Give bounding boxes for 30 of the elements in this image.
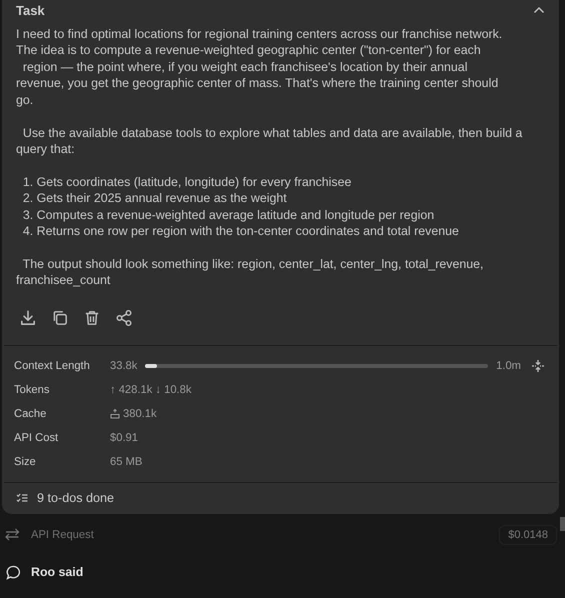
request-label: API Request	[31, 528, 95, 541]
copy-button[interactable]	[51, 308, 69, 327]
speech-bubble-icon	[6, 564, 21, 580]
task-paragraph: I need to find optimal locations for regional training centers across our franchise network. The idea is to compute a revenue-weighted geographic center ("ton-center") for each region — the point where, if you weight each franchisee's location by their annual revenue, you get the geographic center of mass. That's where the training center should go.	[16, 26, 504, 108]
task-paragraph: 1. Gets coordinates (latitude, longitude) for every franchisee 2. Gets their 2025 annual revenue as the weight 3. Computes a revenue-weighted average latitude and longitude per region 4. Returns one row per region with the ton-center coordinates and total revenue	[22, 174, 460, 240]
message-author: Roo said	[31, 565, 84, 580]
stat-value: 33.8k	[110, 360, 138, 372]
condense-icon[interactable]	[531, 358, 545, 373]
request-cost: $0.0148	[499, 524, 557, 545]
task-title: Task	[16, 2, 45, 18]
share-button[interactable]	[115, 308, 133, 327]
stat-value: ↑ 428.1k ↓ 10.8k	[110, 384, 192, 396]
stat-label: Cache	[14, 408, 48, 420]
delete-button[interactable]	[83, 308, 101, 327]
task-paragraph: The output should look something like: region, center_lat, center_lng, total_revenue, franchisee_count	[16, 256, 484, 289]
task-paragraph: Use the available database tools to explore what tables and data are available, then build a query that:	[16, 124, 524, 158]
stat-label: API Cost	[14, 432, 60, 444]
stat-label: Size	[14, 456, 37, 468]
download-button[interactable]	[19, 308, 37, 327]
transfer-icon	[5, 528, 20, 542]
stat-label: Context Length	[14, 360, 91, 372]
checklist-icon	[16, 492, 28, 504]
stat-label: Tokens	[14, 384, 50, 396]
scrollbar-thumb[interactable]	[560, 516, 565, 531]
collapse-chevron-icon[interactable]	[533, 6, 545, 14]
stat-value: 380.1k	[123, 408, 157, 420]
stat-value: $0.91	[110, 432, 138, 444]
context-max: 1.0m	[496, 360, 521, 372]
todos-summary[interactable]: 9 to-dos done	[37, 490, 114, 505]
stat-value: 65 MB	[110, 456, 142, 468]
